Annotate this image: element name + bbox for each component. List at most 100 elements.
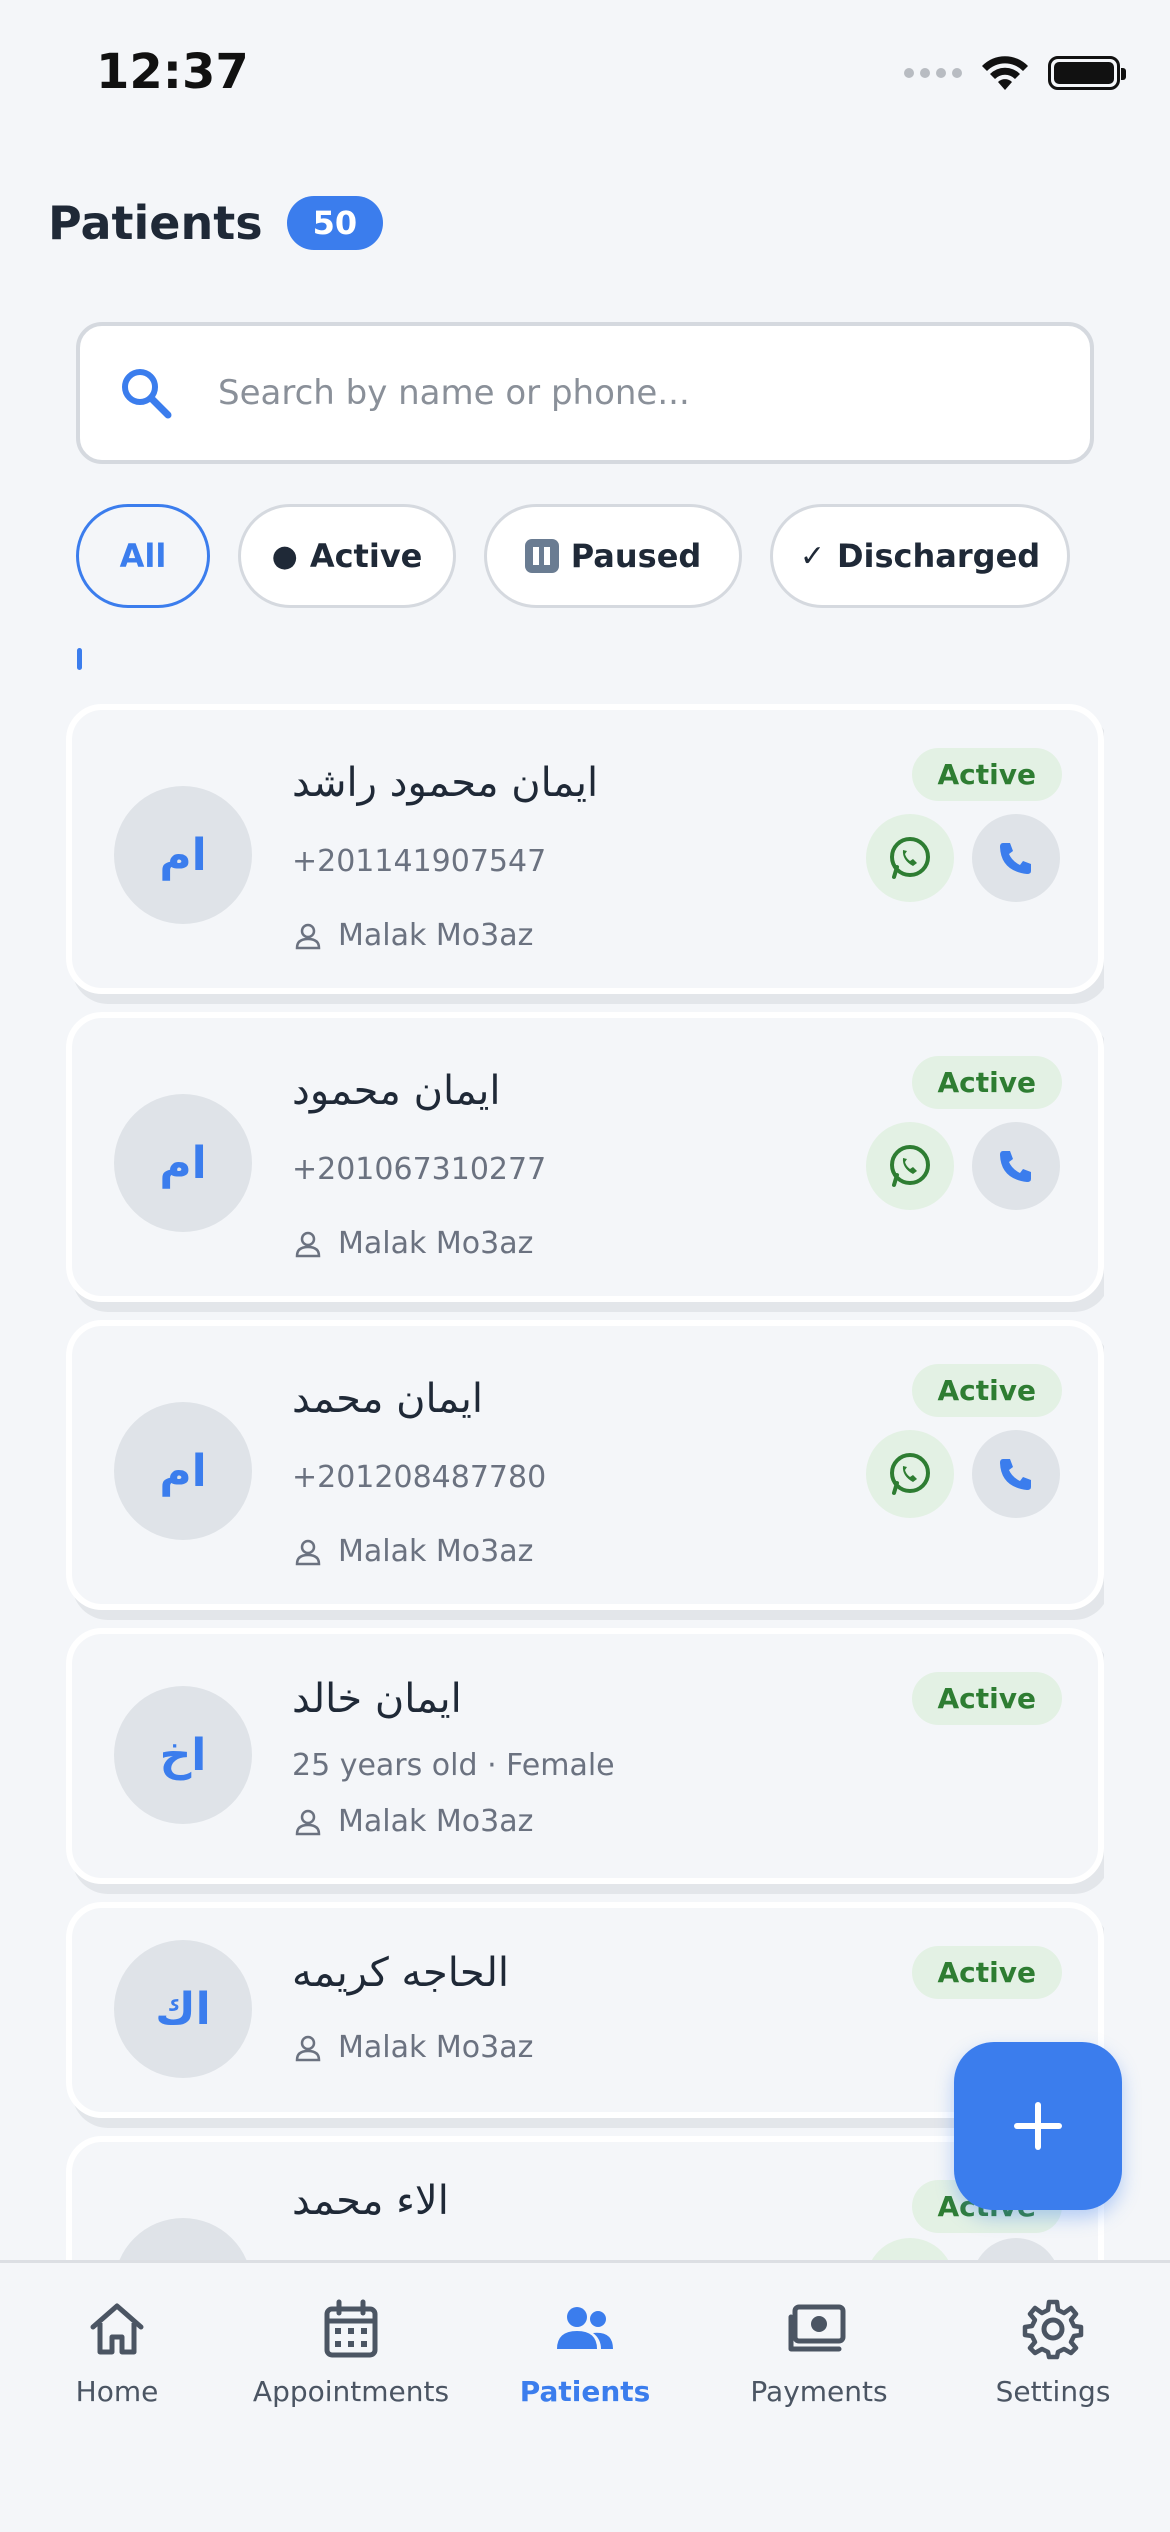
nav-label: Home xyxy=(75,2375,159,2408)
nav-payments[interactable]: Payments xyxy=(702,2263,936,2532)
status-icons xyxy=(904,54,1126,92)
avatar xyxy=(114,2218,252,2260)
filter-label: Paused xyxy=(570,537,702,575)
nav-label: Settings xyxy=(995,2375,1111,2408)
patient-name: ايمان محمد xyxy=(292,1376,484,1422)
add-patient-button[interactable] xyxy=(954,2042,1122,2210)
filter-active[interactable]: ● Active xyxy=(238,504,456,608)
patients-screen: 12:37 Patients 50 All ● Active xyxy=(0,0,1170,2532)
phone-icon xyxy=(1000,843,1031,874)
patient-phone: +201067310277 xyxy=(292,1152,547,1187)
doctor-name: Malak Mo3az xyxy=(338,1804,534,1839)
person-icon xyxy=(295,1809,321,1835)
person-icon xyxy=(295,923,321,949)
patient-phone: +201141907547 xyxy=(292,844,547,879)
pause-icon xyxy=(524,539,559,573)
filter-label: All xyxy=(119,537,167,575)
people-icon xyxy=(557,2307,613,2349)
status-badge: Active xyxy=(911,1946,1062,1999)
patient-card[interactable]: اخ ايمان خالد 25 years old · Female Mala… xyxy=(66,1628,1104,1884)
whatsapp-button[interactable] xyxy=(866,1430,954,1518)
whatsapp-icon xyxy=(890,1145,930,1187)
whatsapp-button[interactable] xyxy=(866,814,954,902)
checkmark-icon: ✓ xyxy=(799,538,825,574)
calendar-icon xyxy=(324,2299,378,2358)
person-icon xyxy=(295,1231,321,1257)
status-badge: Active xyxy=(911,1364,1062,1417)
phone-icon xyxy=(1000,1459,1031,1490)
doctor-name: Malak Mo3az xyxy=(338,2030,534,2065)
nav-label: Payments xyxy=(750,2375,888,2408)
assigned-doctor: Malak Mo3az xyxy=(292,1226,533,1261)
patient-name: الاء محمد xyxy=(292,2178,449,2224)
scroll-indicator xyxy=(77,648,82,670)
search-box[interactable] xyxy=(76,322,1094,464)
patient-name: ايمان خالد xyxy=(292,1676,462,1722)
status-badge: Active xyxy=(911,1672,1062,1725)
patient-card[interactable]: ام ايمان محمد +201208487780 Malak Mo3az … xyxy=(66,1320,1104,1610)
call-button[interactable] xyxy=(972,2238,1060,2260)
filter-discharged[interactable]: ✓ Discharged xyxy=(770,504,1070,608)
avatar: اخ xyxy=(114,1686,252,1824)
person-icon xyxy=(295,1539,321,1565)
filter-label: Active xyxy=(309,537,423,575)
doctor-name: Malak Mo3az xyxy=(338,918,534,953)
payments-icon xyxy=(788,2304,846,2352)
status-filter-chips: All ● Active Paused ✓ Discharged xyxy=(76,504,1070,608)
patient-card[interactable]: ام ايمان محمود راشد +201141907547 Malak … xyxy=(66,704,1104,994)
nav-home[interactable]: Home xyxy=(0,2263,234,2532)
whatsapp-icon xyxy=(890,1453,930,1495)
nav-settings[interactable]: Settings xyxy=(936,2263,1170,2532)
bottom-navigation: Home Appointments Patients Payments Sett… xyxy=(0,2260,1170,2532)
avatar: ام xyxy=(114,1094,252,1232)
nav-label: Appointments xyxy=(252,2375,450,2408)
filter-all[interactable]: All xyxy=(76,504,210,608)
patient-list: ام ايمان محمود راشد +201141907547 Malak … xyxy=(66,704,1104,2260)
assigned-doctor: Malak Mo3az xyxy=(292,2030,533,2065)
assigned-doctor: Malak Mo3az xyxy=(292,1534,533,1569)
status-time: 12:37 xyxy=(96,44,249,100)
assigned-doctor: Malak Mo3az xyxy=(292,918,533,953)
filter-label: Discharged xyxy=(836,537,1041,575)
wifi-icon xyxy=(982,56,1028,90)
filter-paused[interactable]: Paused xyxy=(484,504,742,608)
battery-icon xyxy=(1048,56,1126,90)
search-input[interactable] xyxy=(218,373,1038,413)
search-icon xyxy=(122,369,172,419)
patient-details: 25 years old · Female xyxy=(292,1748,615,1783)
patient-card[interactable]: اك الحاجه كريمه Malak Mo3az Active xyxy=(66,1902,1104,2118)
status-badge: Active xyxy=(911,1056,1062,1109)
patient-phone: +201208487780 xyxy=(292,1460,547,1495)
person-icon xyxy=(295,2035,321,2061)
avatar: ام xyxy=(114,1402,252,1540)
patient-card[interactable]: ام ايمان محمود +201067310277 Malak Mo3az… xyxy=(66,1012,1104,1302)
status-bar: 12:37 xyxy=(0,0,1170,150)
doctor-name: Malak Mo3az xyxy=(338,1226,534,1261)
plus-icon xyxy=(1014,2102,1062,2150)
nav-patients[interactable]: Patients xyxy=(468,2263,702,2532)
patient-name: الحاجه كريمه xyxy=(292,1950,510,1996)
home-icon xyxy=(90,2303,144,2355)
gear-icon xyxy=(1022,2299,1084,2360)
page-title: Patients xyxy=(48,196,263,250)
doctor-name: Malak Mo3az xyxy=(338,1534,534,1569)
patient-name: ايمان محمود xyxy=(292,1068,501,1114)
patient-count-badge: 50 xyxy=(286,196,384,250)
whatsapp-icon xyxy=(890,837,930,879)
assigned-doctor: Malak Mo3az xyxy=(292,1804,533,1839)
patient-card[interactable]: الاء محمد Active xyxy=(66,2136,1104,2260)
whatsapp-button[interactable] xyxy=(866,2238,954,2260)
phone-icon xyxy=(1000,1151,1031,1182)
status-badge: Active xyxy=(911,748,1062,801)
nav-label: Patients xyxy=(519,2375,651,2408)
signal-icon xyxy=(904,68,962,78)
call-button[interactable] xyxy=(972,1430,1060,1518)
avatar: اك xyxy=(114,1940,252,2078)
patient-name: ايمان محمود راشد xyxy=(292,760,599,806)
dot-icon: ● xyxy=(271,538,298,574)
nav-appointments[interactable]: Appointments xyxy=(234,2263,468,2532)
call-button[interactable] xyxy=(972,1122,1060,1210)
call-button[interactable] xyxy=(972,814,1060,902)
page-header: Patients 50 xyxy=(48,196,384,250)
whatsapp-button[interactable] xyxy=(866,1122,954,1210)
